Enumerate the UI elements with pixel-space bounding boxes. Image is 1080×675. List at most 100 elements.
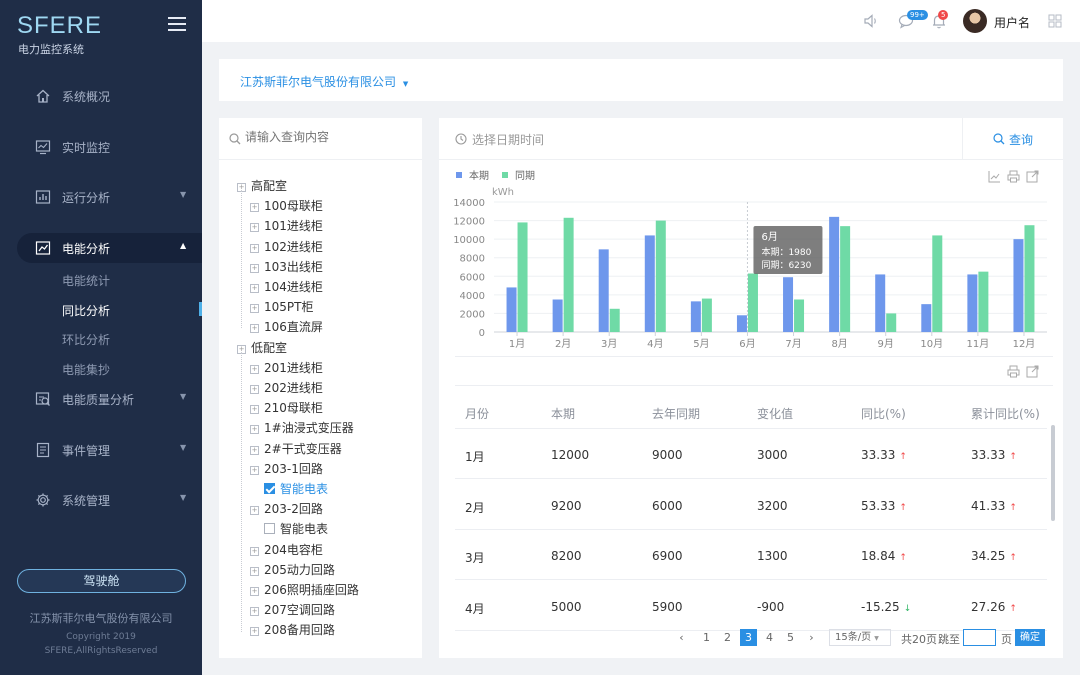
tree-node[interactable]: +2#干式变压器	[250, 440, 342, 457]
tree-node[interactable]: +104进线柜	[250, 278, 323, 295]
print-icon[interactable]	[1007, 365, 1020, 378]
query-button-label: 查询	[1008, 132, 1033, 147]
tree-node[interactable]: + 低配室	[237, 339, 287, 356]
chevron-down-icon: ▼	[180, 190, 187, 199]
avatar[interactable]	[963, 9, 987, 33]
cockpit-button[interactable]: 驾驶舱	[17, 569, 186, 593]
nav-item-energy[interactable]: 电能分析 ▲	[17, 233, 202, 263]
expand-toggle-icon[interactable]: +	[250, 223, 259, 233]
tree-node-label: 100母联柜	[264, 199, 323, 214]
tree-node[interactable]: +206照明插座回路	[250, 581, 359, 598]
expand-toggle-icon[interactable]: +	[250, 263, 259, 273]
tree-node[interactable]: +1#油浸式变压器	[250, 419, 354, 436]
expand-toggle-icon[interactable]: +	[250, 385, 259, 394]
tree-node[interactable]: +101进线柜	[250, 217, 323, 234]
tree-node[interactable]: + 高配室	[237, 177, 287, 194]
tree-node[interactable]: +105PT柜	[250, 298, 313, 315]
expand-toggle-icon[interactable]: +	[250, 607, 259, 617]
company-dropdown[interactable]: 江苏斯菲尔电气股份有限公司 ▼	[240, 73, 408, 90]
nav-item-system[interactable]: 系统管理 ▼	[0, 485, 202, 515]
prev-page-icon[interactable]: ‹	[673, 629, 690, 646]
page-number[interactable]: 4	[761, 629, 778, 646]
tree-node[interactable]: +201进线柜	[250, 359, 323, 376]
expand-toggle-icon[interactable]: +	[250, 203, 259, 213]
y-tick-label: 0	[479, 328, 485, 339]
checkbox[interactable]	[264, 523, 275, 535]
date-filter-bar: 选择日期时间 查询	[439, 118, 1063, 160]
tree-node-label: 低配室	[251, 340, 288, 355]
expand-toggle-icon[interactable]: +	[250, 425, 259, 435]
apps-grid-icon[interactable]	[1046, 12, 1064, 30]
expand-toggle-icon[interactable]: +	[250, 243, 259, 253]
jump-ok-button[interactable]: 确定	[1015, 629, 1045, 646]
query-button[interactable]: 查询	[962, 118, 1063, 160]
page-number[interactable]: 1	[698, 629, 715, 646]
cell-value: 33.33	[861, 448, 896, 462]
tree-search-input[interactable]	[245, 130, 415, 144]
expand-toggle-icon[interactable]: +	[250, 566, 259, 576]
bar-current	[690, 301, 701, 332]
messages-badge: 99+	[907, 10, 928, 20]
nav-item-realtime[interactable]: 实时监控	[0, 132, 202, 162]
nav-item-power-quality[interactable]: 电能质量分析 ▼	[0, 384, 202, 414]
expand-toggle-icon[interactable]: +	[250, 506, 259, 516]
tree-node[interactable]: +100母联柜	[250, 197, 323, 214]
checkbox[interactable]	[264, 483, 275, 494]
expand-toggle-icon[interactable]: +	[250, 627, 259, 637]
menu-toggle-icon[interactable]	[168, 17, 186, 31]
expand-toggle-icon[interactable]: +	[250, 546, 259, 556]
page-number[interactable]: 5	[782, 629, 799, 646]
page-number[interactable]: 2	[719, 629, 736, 646]
jump-page-input[interactable]	[963, 629, 996, 646]
bar-previous	[609, 308, 620, 332]
legend-swatch	[502, 172, 508, 178]
subnav-energy-stats[interactable]: 电能统计	[62, 272, 110, 289]
export-icon[interactable]	[1026, 365, 1039, 378]
tree-node[interactable]: +106直流屏	[250, 318, 323, 335]
next-page-icon[interactable]: ›	[803, 629, 820, 646]
expand-toggle-icon[interactable]: +	[250, 587, 259, 596]
page-size-select[interactable]: 15条/页 ▼	[829, 629, 891, 646]
tree-node-meter[interactable]: 智能电表	[264, 520, 328, 537]
subnav-mom-analysis[interactable]: 环比分析	[62, 331, 110, 348]
expand-toggle-icon[interactable]: +	[250, 465, 259, 475]
username[interactable]: 用户名	[994, 14, 1030, 31]
tree-node[interactable]: +204电容柜	[250, 541, 323, 558]
table-cell: 6000	[652, 499, 683, 513]
tree-node[interactable]: +203-1回路	[250, 460, 323, 477]
tree-node[interactable]: +210母联柜	[250, 399, 323, 416]
tree-node[interactable]: +203-2回路	[250, 500, 323, 517]
bar-current	[736, 315, 747, 332]
speaker-icon[interactable]	[862, 12, 880, 30]
date-picker-input[interactable]: 选择日期时间	[472, 131, 544, 148]
tree-node-meter[interactable]: 智能电表	[264, 480, 328, 497]
tree-node[interactable]: +202进线柜	[250, 379, 323, 396]
subnav-yoy-analysis[interactable]: 同比分析	[62, 302, 110, 319]
tree-node[interactable]: +208备用回路	[250, 621, 335, 638]
expand-toggle-icon[interactable]: +	[250, 284, 259, 293]
nav-item-events[interactable]: 事件管理 ▼	[0, 435, 202, 465]
tree-node[interactable]: +102进线柜	[250, 238, 323, 255]
nav-item-overview[interactable]: 系统概况	[0, 81, 202, 111]
expand-toggle-icon[interactable]: +	[250, 405, 259, 415]
table-scrollbar[interactable]	[1051, 425, 1055, 521]
page-number-current[interactable]: 3	[740, 629, 757, 646]
expand-toggle-icon[interactable]: +	[250, 364, 259, 374]
tree-node[interactable]: +103出线柜	[250, 258, 323, 275]
expand-toggle-icon[interactable]: +	[250, 324, 259, 334]
subnav-meter-reading[interactable]: 电能集抄	[62, 361, 110, 378]
nav-item-label: 系统概况	[62, 90, 111, 104]
x-tick-label: 6月	[739, 338, 755, 350]
tree-node[interactable]: +207空调回路	[250, 601, 335, 618]
tree-node[interactable]: +205动力回路	[250, 561, 335, 578]
caret-down-icon: ▼	[874, 635, 879, 642]
bar-previous	[978, 271, 989, 332]
expand-toggle-icon[interactable]: +	[250, 445, 259, 455]
table-cell: 9000	[652, 448, 683, 462]
legend-label: 同期	[515, 170, 535, 182]
nav-item-operation[interactable]: 运行分析 ▼	[0, 182, 202, 212]
expand-toggle-icon[interactable]: +	[250, 304, 259, 314]
tree-node-label: 103出线柜	[264, 259, 323, 274]
page-unit-label: 页	[1001, 633, 1012, 646]
arrow-up-icon: ↑	[899, 502, 907, 513]
